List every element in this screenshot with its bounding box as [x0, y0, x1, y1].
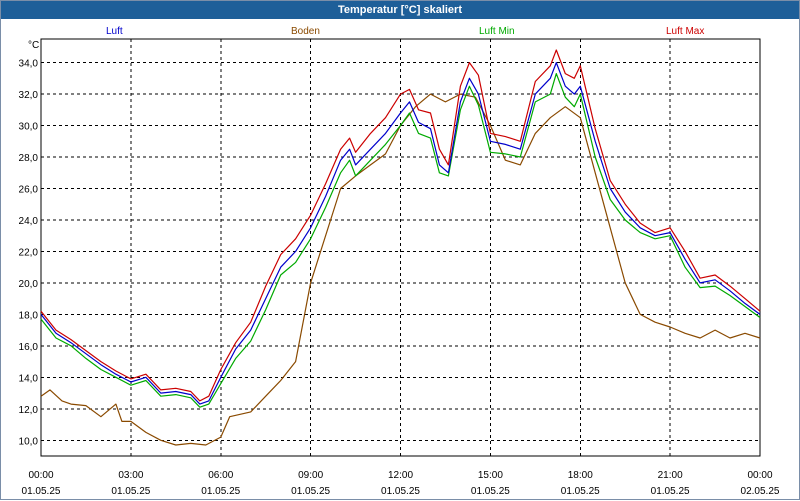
x-tick-time: 00:00 — [28, 470, 53, 481]
y-tick-label: 26,0 — [19, 184, 39, 195]
x-tick-date: 01.05.25 — [651, 486, 690, 497]
y-tick-label: 34,0 — [19, 59, 39, 70]
y-tick-label: 12,0 — [19, 405, 39, 416]
y-tick-label: 14,0 — [19, 373, 39, 384]
y-tick-label: 24,0 — [19, 216, 39, 227]
x-tick-time: 06:00 — [208, 470, 233, 481]
x-tick-date: 01.05.25 — [381, 486, 420, 497]
y-tick-label: 20,0 — [19, 279, 39, 290]
y-tick-label: 18,0 — [19, 310, 39, 321]
x-tick-time: 09:00 — [298, 470, 323, 481]
x-tick-date: 01.05.25 — [111, 486, 150, 497]
y-tick-label: 22,0 — [19, 247, 39, 258]
chart-window: Temperatur [°C] skaliert Luft Boden Luft… — [0, 0, 800, 500]
y-tick-label: 10,0 — [19, 436, 39, 447]
y-tick-label: 32,0 — [19, 90, 39, 101]
x-tick-date: 01.05.25 — [201, 486, 240, 497]
x-tick-date: 02.05.25 — [741, 486, 780, 497]
x-tick-time: 21:00 — [658, 470, 683, 481]
x-tick-date: 01.05.25 — [561, 486, 600, 497]
x-tick-date: 01.05.25 — [471, 486, 510, 497]
x-tick-time: 15:00 — [478, 470, 503, 481]
x-tick-time: 12:00 — [388, 470, 413, 481]
y-tick-label: 16,0 — [19, 342, 39, 353]
x-tick-time: 18:00 — [568, 470, 593, 481]
x-tick-time: 00:00 — [747, 470, 772, 481]
x-tick-time: 03:00 — [118, 470, 143, 481]
x-tick-date: 01.05.25 — [291, 486, 330, 497]
y-tick-label: 28,0 — [19, 153, 39, 164]
plot-area: 10,0 12,0 14,0 16,0 18,0 20,0 22,0 24,0 26,0 28,0… — [19, 38, 780, 497]
y-tick-label: 30,0 — [19, 122, 39, 133]
x-tick-date: 01.05.25 — [22, 486, 61, 497]
